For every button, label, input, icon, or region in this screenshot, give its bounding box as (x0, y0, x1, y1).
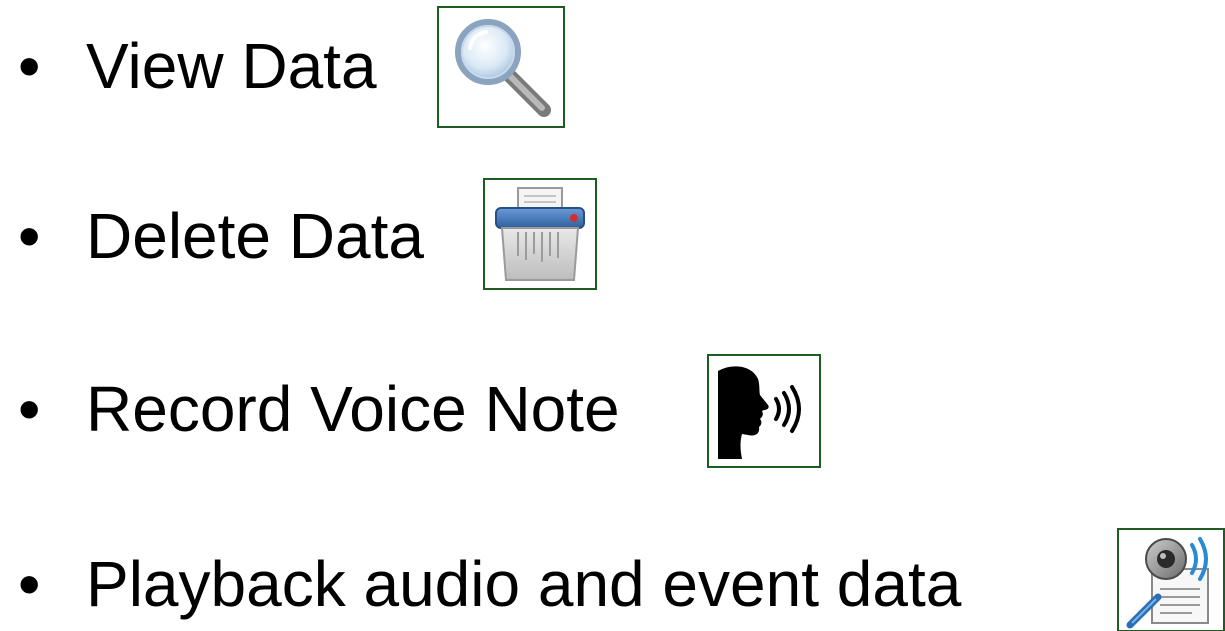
shredder-icon (495, 187, 585, 281)
item-label-delete-data: Delete Data (86, 200, 424, 272)
item-label-view-data: View Data (86, 30, 377, 102)
magnifying-glass-icon (455, 19, 551, 117)
view-data-button[interactable] (437, 6, 565, 128)
list-item-playback-audio[interactable]: • Playback audio and event data (0, 526, 1225, 631)
playback-audio-button[interactable] (1117, 528, 1225, 631)
bullet: • (18, 373, 41, 445)
list-item-delete-data[interactable]: • Delete Data (0, 176, 600, 304)
list-item-record-voice-note[interactable]: • Record Voice Note (0, 352, 830, 480)
bullet: • (18, 548, 41, 620)
record-voice-note-button[interactable] (707, 354, 821, 468)
list-item-view-data[interactable]: • View Data (0, 4, 570, 132)
bullet: • (18, 200, 41, 272)
delete-data-button[interactable] (483, 178, 597, 290)
item-label-playback-audio: Playback audio and event data (86, 548, 962, 620)
speaker-document-icon (1126, 537, 1209, 629)
item-label-record-voice-note: Record Voice Note (86, 373, 620, 445)
bullet: • (18, 30, 41, 102)
speaking-head-icon (718, 366, 801, 459)
